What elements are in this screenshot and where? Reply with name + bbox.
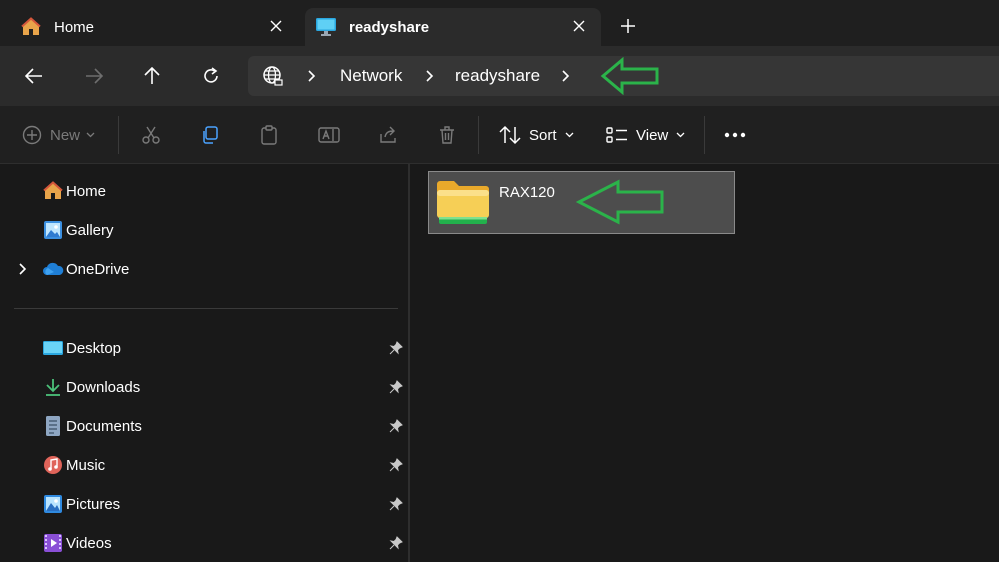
chevron-down-icon (565, 132, 573, 138)
sidebar-item-label: Downloads (66, 378, 141, 396)
sidebar-item-documents[interactable]: Documents (0, 409, 408, 443)
close-tab-icon[interactable] (266, 16, 286, 36)
annotation-arrow-icon (600, 56, 662, 100)
sidebar-item-onedrive[interactable]: OneDrive (0, 252, 408, 286)
navigation-bar: Network readyshare (0, 46, 999, 106)
network-folder-icon (436, 180, 490, 231)
folder-name: RAX120 (499, 184, 555, 201)
chevron-right-icon[interactable] (16, 261, 30, 277)
sidebar-divider (14, 308, 398, 309)
pictures-icon (42, 493, 64, 515)
view-button[interactable]: View (606, 123, 685, 147)
breadcrumb-network[interactable]: Network (340, 66, 402, 86)
sidebar-item-label: Gallery (66, 221, 114, 239)
copy-icon (203, 126, 218, 144)
chevron-right-icon[interactable] (305, 67, 319, 85)
cut-button[interactable] (141, 123, 161, 147)
onedrive-icon (42, 258, 64, 280)
forward-button[interactable] (82, 64, 106, 88)
sidebar-item-label: Documents (66, 417, 142, 435)
more-options-button[interactable] (724, 123, 746, 147)
delete-button[interactable] (437, 123, 457, 147)
videos-icon (42, 532, 64, 554)
arrow-left-icon (25, 68, 42, 84)
command-bar: New Sort View (0, 106, 999, 164)
rename-icon (318, 127, 340, 143)
sidebar-item-label: Desktop (66, 339, 122, 357)
tab-home[interactable]: Home (8, 8, 298, 46)
sidebar-item-label: Pictures (66, 495, 121, 513)
sidebar-item-gallery[interactable]: Gallery (0, 213, 408, 247)
rename-button[interactable] (318, 123, 340, 147)
desktop-icon (42, 337, 64, 359)
gallery-icon (42, 219, 64, 241)
new-tab-button[interactable] (616, 14, 640, 38)
up-button[interactable] (140, 64, 164, 88)
pin-icon[interactable] (388, 379, 404, 395)
sidebar-item-label: Music (66, 456, 106, 474)
address-bar[interactable]: Network readyshare (248, 56, 999, 96)
chevron-down-icon (676, 132, 685, 138)
sidebar-item-pictures[interactable]: Pictures (0, 487, 408, 521)
toolbar-divider (478, 116, 479, 154)
sort-button[interactable]: Sort (499, 123, 574, 147)
toolbar-divider (704, 116, 705, 154)
pin-icon[interactable] (388, 340, 404, 356)
chevron-right-icon[interactable] (423, 67, 437, 85)
sidebar-item-music[interactable]: Music (0, 448, 408, 482)
plus-circle-icon (22, 125, 42, 145)
home-icon (20, 16, 42, 38)
chevron-down-icon (86, 132, 95, 138)
folder-item-rax120[interactable]: RAX120 (428, 171, 735, 234)
new-button[interactable]: New (22, 123, 95, 147)
plus-icon (621, 19, 635, 33)
pin-icon[interactable] (388, 418, 404, 434)
share-icon (380, 126, 396, 143)
sidebar-item-downloads[interactable]: Downloads (0, 370, 408, 404)
pin-icon[interactable] (388, 535, 404, 551)
clipboard-icon (261, 125, 277, 145)
navigation-pane: Home Gallery OneDrive Desktop Downloads … (0, 164, 408, 562)
monitor-icon (315, 16, 337, 38)
pin-icon[interactable] (388, 496, 404, 512)
sidebar-item-home[interactable]: Home (0, 174, 408, 208)
share-button[interactable] (378, 123, 398, 147)
back-button[interactable] (22, 64, 46, 88)
arrow-right-icon (86, 68, 103, 84)
refresh-button[interactable] (199, 64, 223, 88)
sidebar-item-label: Home (66, 182, 107, 200)
music-icon (42, 454, 64, 476)
tab-bar: Home readyshare (0, 0, 999, 46)
paste-button[interactable] (259, 123, 279, 147)
sort-label: Sort (529, 126, 557, 144)
new-button-label: New (50, 126, 81, 144)
sidebar-item-videos[interactable]: Videos (0, 526, 408, 560)
sort-icon (499, 125, 521, 145)
refresh-icon (204, 67, 218, 83)
copy-button[interactable] (200, 123, 220, 147)
documents-icon (42, 415, 64, 437)
view-list-icon (606, 127, 627, 143)
view-label: View (636, 126, 669, 144)
sidebar-item-label: OneDrive (66, 260, 130, 278)
network-globe-icon (262, 65, 284, 87)
pin-icon[interactable] (388, 457, 404, 473)
home-icon (42, 180, 64, 202)
breadcrumb-readyshare[interactable]: readyshare (455, 66, 540, 86)
close-tab-icon[interactable] (569, 16, 589, 36)
toolbar-divider (118, 116, 119, 154)
sidebar-item-label: Videos (66, 534, 112, 552)
arrow-up-icon (144, 67, 160, 84)
download-icon (42, 376, 64, 398)
tab-readyshare-label: readyshare (349, 18, 430, 36)
annotation-arrow-icon (575, 179, 666, 230)
trash-icon (440, 126, 454, 144)
more-icon (724, 132, 746, 138)
chevron-right-icon[interactable] (559, 67, 573, 85)
tab-home-label: Home (54, 18, 95, 36)
scissors-icon (142, 126, 160, 144)
sidebar-item-desktop[interactable]: Desktop (0, 331, 408, 365)
tab-readyshare[interactable]: readyshare (305, 8, 601, 46)
file-list: RAX120 (410, 164, 999, 562)
